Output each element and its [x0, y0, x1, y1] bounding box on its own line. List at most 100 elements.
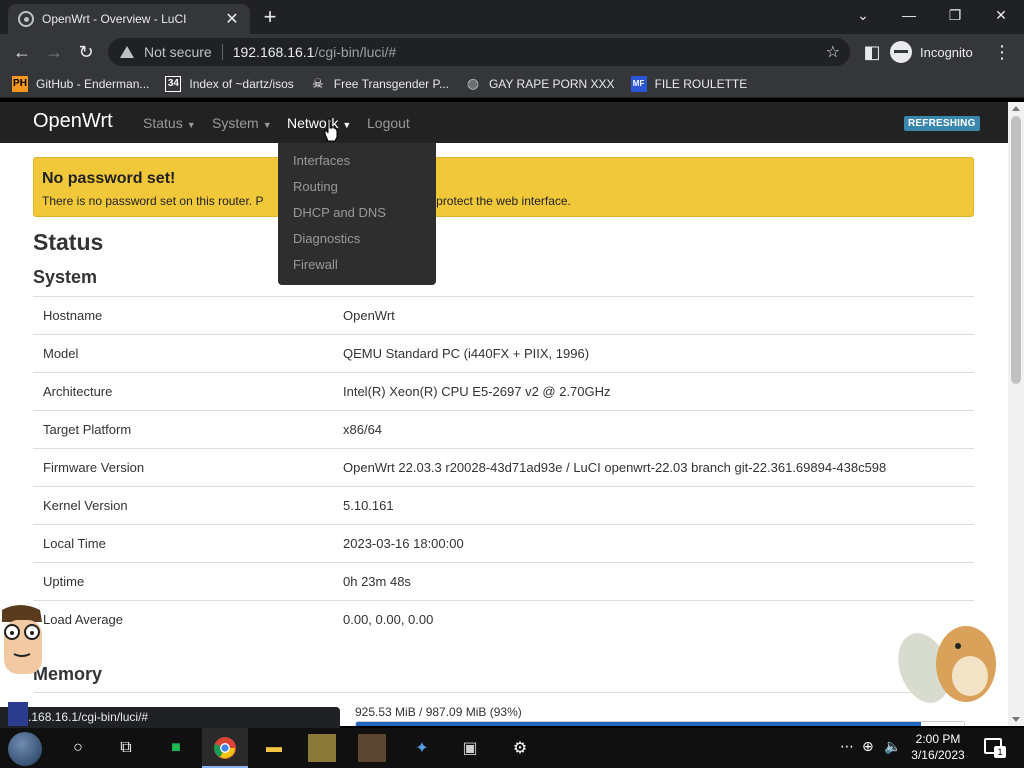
row-key: Target Platform [43, 422, 132, 437]
incognito-label: Incognito [920, 44, 973, 60]
menu-item-interfaces[interactable]: Interfaces [278, 151, 436, 177]
alert-text-left: There is no password set on this router.… [42, 194, 264, 208]
notification-count: 1 [994, 746, 1006, 758]
settings-gear-icon[interactable]: ⚙ [506, 734, 534, 762]
hamster-overlay [898, 626, 996, 703]
page-scrollbar[interactable] [1008, 102, 1024, 726]
bookmark-item[interactable]: PH GitHub - Enderman... [12, 75, 149, 92]
taskbar: ○ ⧉ ■ ▬ ✦ ▣ ⚙ ⋯ ⊕ 🔈 2:00 PM 3/16/2023 1 [0, 728, 1024, 768]
warning-icon[interactable] [120, 46, 134, 58]
network-globe-icon[interactable]: ⊕ [862, 738, 874, 755]
scroll-down-icon[interactable] [1012, 717, 1020, 722]
nav-logout-label: Logout [367, 115, 410, 131]
network-dropdown-menu: Interfaces Routing DHCP and DNS Diagnost… [278, 143, 436, 285]
restore-button[interactable]: ❐ [932, 0, 978, 30]
bookmark-item[interactable]: ◍ GAY RAPE PORN XXX [465, 75, 615, 92]
taskbar-clock[interactable]: 2:00 PM 3/16/2023 [904, 731, 972, 763]
skull-icon: ☠ [311, 75, 324, 91]
bookmark-label: Free Transgender P... [333, 76, 449, 91]
bookmark-item[interactable]: ☠ Free Transgender P... [310, 76, 449, 92]
34-icon: 34 [165, 75, 182, 92]
row-key: Local Time [43, 536, 106, 551]
tray-overflow-icon[interactable]: ⋯ [840, 738, 854, 755]
omnibox-divider [221, 44, 223, 60]
alert-text: There is no password set on this router.… [42, 194, 965, 208]
row-value: QEMU Standard PC (i440FX + PIIX, 1996) [343, 346, 590, 361]
luci-page: OpenWrt Status ▼ System ▼ Network ▼ Logout … [0, 102, 1008, 726]
url-path[interactable]: /cgi-bin/luci/# [314, 44, 396, 60]
minimize-button[interactable]: — [886, 0, 932, 30]
row-value: OpenWrt [343, 308, 395, 323]
menu-item-firewall[interactable]: Firewall [278, 255, 436, 281]
row-key: Kernel Version [43, 498, 128, 513]
address-bar[interactable]: Not secure 192.168.16.1 /cgi-bin/luci/# … [108, 38, 850, 66]
clock-date: 3/16/2023 [911, 748, 965, 762]
browser-tab[interactable]: OpenWrt - Overview - LuCI ✕ [8, 4, 250, 34]
link-status-bubble: 192.168.16.1/cgi-bin/luci/# [0, 707, 340, 728]
back-arrow-icon[interactable]: ← [10, 40, 34, 64]
browser-toolbar: ← → ↻ Not secure 192.168.16.1 /cgi-bin/l… [0, 34, 1024, 70]
url-host[interactable]: 192.168.16.1 [233, 44, 315, 60]
clock-time: 2:00 PM [915, 732, 961, 746]
bookmarks-bar: PH GitHub - Enderman... 34 Index of ~dar… [0, 70, 1024, 98]
incognito-indicator[interactable]: Incognito [890, 38, 980, 66]
bookmark-star-icon[interactable]: ☆ [826, 42, 840, 62]
row-value: 5.10.161 [343, 498, 394, 513]
cartoon-man-overlay [2, 605, 42, 726]
table-row: Firmware Version OpenWrt 22.03.3 r20028-4… [33, 448, 974, 486]
row-key: Hostname [43, 308, 103, 323]
screen: OpenWrt - Overview - LuCI ✕ + ⌄ — ❐ ✕ ← … [0, 0, 1024, 768]
close-tab-icon[interactable]: ✕ [224, 9, 240, 29]
file-explorer-icon[interactable]: ▬ [260, 734, 288, 762]
table-row: Kernel Version 5.10.161 [33, 486, 974, 524]
menu-item-dhcp-dns[interactable]: DHCP and DNS [278, 203, 436, 229]
caret-down-icon: ▼ [342, 120, 352, 130]
ph-icon: PH [12, 75, 28, 92]
new-tab-button[interactable]: + [258, 6, 282, 28]
caret-down-icon: ▼ [186, 120, 196, 130]
task-view-icon[interactable]: ⧉ [112, 734, 140, 762]
menu-item-diagnostics[interactable]: Diagnostics [278, 229, 436, 255]
bookmark-label: FILE ROULETTE [654, 76, 748, 91]
menu-item-routing[interactable]: Routing [278, 177, 436, 203]
bookmark-item[interactable]: 34 Index of ~dartz/isos [165, 75, 294, 92]
row-key: Uptime [43, 574, 85, 589]
nav-network[interactable]: Network ▼ [287, 115, 351, 131]
page-title: Status [33, 229, 104, 255]
tab-search-icon[interactable]: ⌄ [840, 0, 886, 30]
reload-icon[interactable]: ↻ [74, 40, 98, 64]
green-app-icon[interactable]: ■ [162, 734, 190, 762]
row-value: 0h 23m 48s [343, 574, 411, 589]
nav-system[interactable]: System ▼ [212, 115, 272, 131]
scroll-up-icon[interactable] [1012, 106, 1020, 111]
memory-value: 925.53 MiB / 987.09 MiB (93%) [355, 705, 522, 719]
close-window-button[interactable]: ✕ [978, 0, 1024, 30]
bookmark-item[interactable]: MF FILE ROULETTE [630, 75, 748, 92]
mf-icon: MF [630, 75, 647, 92]
row-value: 0.00, 0.00, 0.00 [343, 612, 434, 627]
brand-logo[interactable]: OpenWrt [33, 110, 113, 133]
system-table: Hostname OpenWrt Model QEMU Standard PC (i… [33, 296, 974, 638]
table-row: Hostname OpenWrt [33, 296, 974, 334]
nav-system-label: System [212, 115, 259, 131]
table-row: Local Time 2023-03-16 18:00:00 [33, 524, 974, 562]
tab-title: OpenWrt - Overview - LuCI [42, 12, 187, 26]
chrome-icon[interactable] [211, 734, 239, 762]
network-app-icon[interactable]: ✦ [408, 734, 436, 762]
table-row: Model QEMU Standard PC (i440FX + PIIX, 19… [33, 334, 974, 372]
side-panel-icon[interactable]: ◧ [860, 40, 884, 64]
box-app-icon[interactable]: ▣ [456, 734, 484, 762]
forward-arrow-icon[interactable]: → [42, 40, 66, 64]
browser-menu-icon[interactable]: ⋮ [990, 40, 1014, 64]
nav-logout[interactable]: Logout [367, 115, 410, 131]
nav-status[interactable]: Status ▼ [143, 115, 196, 131]
start-button[interactable] [8, 732, 42, 766]
app-thumbnail-icon[interactable] [308, 734, 336, 762]
security-label[interactable]: Not secure [144, 44, 212, 60]
volume-icon[interactable]: 🔈 [884, 738, 901, 755]
search-circle-icon[interactable]: ○ [64, 734, 92, 762]
scrollbar-thumb[interactable] [1011, 116, 1021, 384]
refreshing-badge[interactable]: REFRESHING [904, 116, 980, 131]
app-thumbnail-icon[interactable] [358, 734, 386, 762]
nav-status-label: Status [143, 115, 183, 131]
